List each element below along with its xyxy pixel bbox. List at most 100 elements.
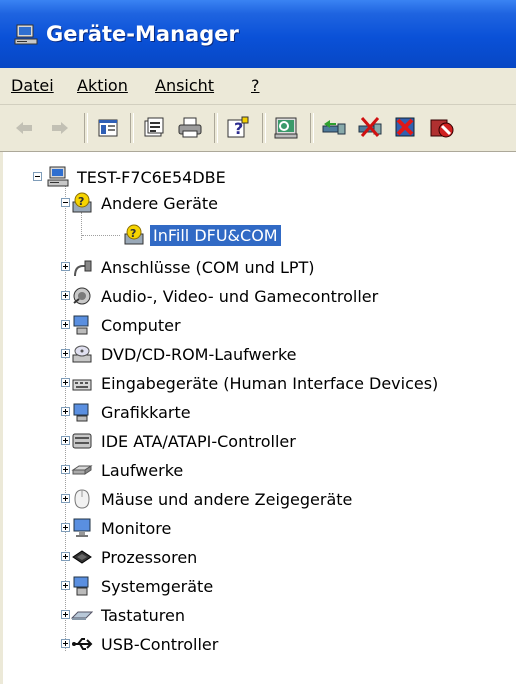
disk-drive-icon (71, 465, 93, 475)
stop-device-icon[interactable] (428, 114, 456, 142)
toolbar-separator (84, 113, 88, 143)
unknown-device-icon: ? (72, 192, 92, 213)
tree-category-label: IDE ATA/ATAPI-Controller (101, 431, 296, 451)
expand-toggle[interactable] (61, 465, 70, 474)
tree-category[interactable]: Computer (61, 312, 184, 338)
toolbar: ? (0, 105, 516, 152)
toolbar-separator (310, 113, 314, 143)
tree-root[interactable]: TEST-F7C6E54DBE (33, 164, 229, 190)
tree-category[interactable]: Audio-, Video- und Gamecontroller (61, 283, 381, 309)
ide-controller-icon (72, 433, 92, 449)
svg-text:?: ? (130, 227, 136, 240)
tree-category-label: Anschlüsse (COM und LPT) (101, 257, 315, 277)
menu-aktion-label: Aktion (77, 76, 128, 95)
collapse-toggle[interactable] (33, 172, 42, 181)
menu-aktion[interactable]: Aktion (77, 76, 128, 95)
tree-category[interactable]: IDE ATA/ATAPI-Controller (61, 428, 299, 454)
tree-category-label: Tastaturen (101, 605, 185, 625)
tree-category[interactable]: Systemgeräte (61, 573, 216, 599)
system-device-icon (73, 576, 89, 596)
svg-text:?: ? (78, 195, 84, 208)
menu-bar: Datei Aktion Ansicht ? (0, 68, 516, 105)
tree-category[interactable]: Eingabegeräte (Human Interface Devices) (61, 370, 441, 396)
tree-category[interactable]: Anschlüsse (COM und LPT) (61, 254, 318, 280)
keyboard-icon (71, 611, 93, 620)
tree-category-label: Laufwerke (101, 460, 184, 480)
expand-toggle[interactable] (61, 378, 70, 387)
usb-icon (72, 638, 93, 650)
device-manager-icon (14, 24, 38, 45)
expand-toggle[interactable] (61, 349, 70, 358)
port-icon (74, 260, 92, 277)
tree-category-label: DVD/CD-ROM-Laufwerke (101, 344, 297, 364)
tree-category-label: Monitore (101, 518, 172, 538)
expand-toggle[interactable] (61, 610, 70, 619)
collapse-toggle[interactable] (61, 198, 70, 207)
properties-icon[interactable] (140, 114, 168, 142)
expand-toggle[interactable] (61, 581, 70, 590)
tree-connector (82, 235, 120, 237)
expand-toggle[interactable] (61, 291, 70, 300)
menu-ansicht[interactable]: Ansicht (155, 76, 214, 95)
expand-toggle[interactable] (61, 262, 70, 271)
expand-toggle[interactable] (61, 494, 70, 503)
scan-hardware-icon[interactable] (272, 114, 300, 142)
toolbar-separator (262, 113, 266, 143)
display-adapter-icon (73, 403, 89, 422)
tree-category-label: Computer (101, 315, 181, 335)
uninstall-icon[interactable] (356, 114, 384, 142)
tree-category[interactable]: ? Andere Geräte (61, 190, 221, 216)
back-arrow-icon[interactable] (10, 114, 38, 142)
tree-category[interactable]: Laufwerke (61, 457, 186, 483)
computer-icon (73, 315, 89, 335)
help-icon[interactable]: ? (224, 114, 252, 142)
tree-category[interactable]: Monitore (61, 515, 174, 541)
tree-root-label: TEST-F7C6E54DBE (77, 167, 226, 187)
tree-category[interactable]: DVD/CD-ROM-Laufwerke (61, 341, 300, 367)
audio-icon (73, 287, 91, 305)
tree-category-label: Audio-, Video- und Gamecontroller (101, 286, 379, 306)
computer-icon (47, 166, 69, 187)
menu-datei[interactable]: Datei (11, 76, 54, 95)
tree-category-label: Andere Geräte (101, 193, 218, 213)
update-driver-icon[interactable] (320, 114, 348, 142)
expand-toggle[interactable] (61, 407, 70, 416)
device-tree[interactable]: TEST-F7C6E54DBE ? Andere Geräte ? InFill… (0, 152, 516, 684)
expand-toggle[interactable] (61, 320, 70, 329)
tree-device[interactable]: ? InFill DFU&COM (123, 222, 281, 248)
menu-ansicht-label: Ansicht (155, 76, 215, 95)
tree-category[interactable]: Mäuse und andere Zeigegeräte (61, 486, 355, 512)
title-bar[interactable]: Geräte-Manager (0, 0, 516, 68)
window-title: Geräte-Manager (46, 22, 239, 46)
tree-category-label: USB-Controller (101, 634, 219, 654)
unknown-device-icon: ? (124, 224, 144, 245)
processor-icon (72, 550, 92, 564)
tree-category[interactable]: Tastaturen (61, 602, 188, 628)
expand-toggle[interactable] (61, 523, 70, 532)
tree-category-label: Eingabegeräte (Human Interface Devices) (101, 373, 439, 393)
expand-toggle[interactable] (61, 552, 70, 561)
cdrom-icon (72, 345, 92, 363)
tree-category[interactable]: USB-Controller (61, 631, 221, 657)
toolbar-separator (214, 113, 218, 143)
hid-icon (72, 379, 92, 391)
menu-help[interactable]: ? (251, 76, 260, 95)
monitor-icon (73, 518, 91, 537)
expand-toggle[interactable] (61, 436, 70, 445)
tree-category-label: Systemgeräte (101, 576, 214, 596)
mouse-icon (74, 489, 90, 509)
tree-device-label: InFill DFU&COM (150, 224, 281, 246)
tree-category[interactable]: Prozessoren (61, 544, 200, 570)
menu-datei-label: Datei (11, 76, 54, 95)
disable-device-icon[interactable] (392, 114, 420, 142)
menu-help-label: ? (251, 76, 260, 95)
expand-toggle[interactable] (61, 639, 70, 648)
print-icon[interactable] (176, 114, 204, 142)
tree-category-label: Prozessoren (101, 547, 198, 567)
tree-category-label: Grafikkarte (101, 402, 191, 422)
forward-arrow-icon[interactable] (46, 114, 74, 142)
toolbar-separator (130, 113, 134, 143)
tree-category[interactable]: Grafikkarte (61, 399, 194, 425)
console-tree-icon[interactable] (94, 114, 122, 142)
tree-category-label: Mäuse und andere Zeigegeräte (101, 489, 353, 509)
